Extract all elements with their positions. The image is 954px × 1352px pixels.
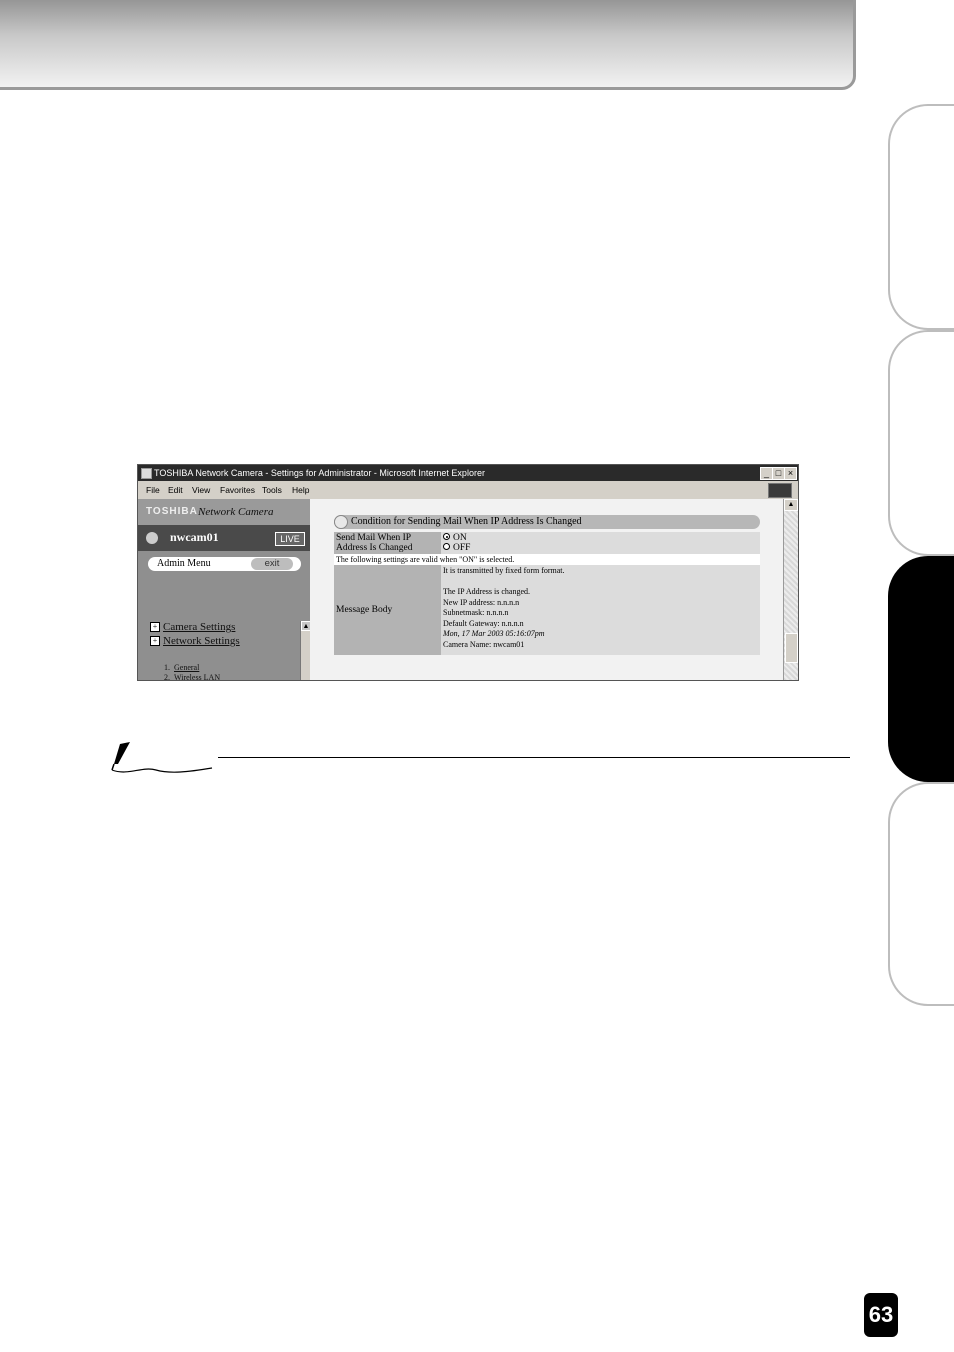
settings-content: Condition for Sending Mail When IP Addre… [310,499,784,680]
camera-bar: nwcam01 LIVE [138,525,310,551]
menu-bar: File Edit View Favorites Tools Help [138,481,798,499]
note-pen-icon [111,742,213,773]
browser-window-screenshot: TOSHIBA Network Camera - Settings for Ad… [137,464,799,681]
menu-edit[interactable]: Edit [168,481,183,499]
main-scrollbar[interactable]: ▲ [783,499,798,680]
admin-menu-label: Admin Menu [157,558,211,569]
section-title: Condition for Sending Mail When IP Addre… [351,516,582,527]
admin-menu-box: Admin Menu exit [148,557,301,571]
browser-title: TOSHIBA Network Camera - Settings for Ad… [154,468,485,478]
radio-off[interactable]: OFF [443,543,758,553]
scroll-thumb[interactable] [785,633,798,663]
ie-throbber-icon [768,483,792,498]
scroll-up-arrow-icon[interactable]: ▲ [784,499,798,511]
radio-unselected-icon[interactable] [443,543,450,550]
camera-name: nwcam01 [170,530,219,544]
table-row: The following settings are valid when "O… [334,554,760,565]
message-body-label: Message Body [334,565,441,655]
settings-table: Send Mail When IP Address Is Changed ON … [334,532,760,655]
section-bullet-icon [334,515,348,529]
close-icon[interactable]: × [784,467,797,480]
menu-tools[interactable]: Tools [262,481,282,499]
menu-favorites[interactable]: Favorites [220,481,255,499]
menu-view[interactable]: View [192,481,210,499]
nav-camera-settings[interactable]: + Camera Settings [150,621,235,633]
side-tab-1 [888,104,954,330]
expand-plus-icon[interactable]: + [150,636,160,646]
valid-when-note: The following settings are valid when "O… [334,554,760,565]
send-mail-label: Send Mail When IP Address Is Changed [334,532,441,554]
side-tab-3-active [888,556,954,782]
live-button[interactable]: LIVE [275,532,305,546]
message-body-text: It is transmitted by fixed form format. … [441,565,760,655]
page-header-band [0,0,856,90]
toshiba-logo: TOSHIBA [146,506,198,517]
expand-plus-icon[interactable]: + [150,622,160,632]
radio-on[interactable]: ON [443,533,758,543]
radio-selected-icon[interactable] [443,533,450,540]
section-header: Condition for Sending Mail When IP Addre… [334,515,760,529]
menu-help[interactable]: Help [292,481,309,499]
side-tab-4 [888,782,954,1006]
brand-bar: TOSHIBA Network Camera [138,499,310,525]
admin-sidebar: TOSHIBA Network Camera nwcam01 LIVE Admi… [138,499,311,680]
note-divider-line [218,757,850,758]
send-mail-options: ON OFF [441,532,760,554]
sub-item-wireless-lan[interactable]: 2. Wireless LAN [164,673,220,680]
browser-titlebar: TOSHIBA Network Camera - Settings for Ad… [138,465,798,481]
brand-product: Network Camera [198,506,274,518]
ie-app-icon [141,468,152,479]
sub-item-general[interactable]: 1. General [164,663,199,672]
table-row: Message Body It is transmitted by fixed … [334,565,760,655]
page-number: 63 [864,1293,898,1337]
nav-network-settings[interactable]: + Network Settings [150,635,240,647]
camera-icon [146,532,158,544]
exit-button[interactable]: exit [251,558,293,570]
table-row: Send Mail When IP Address Is Changed ON … [334,532,760,554]
menu-file[interactable]: File [146,481,160,499]
side-tab-2 [888,330,954,556]
